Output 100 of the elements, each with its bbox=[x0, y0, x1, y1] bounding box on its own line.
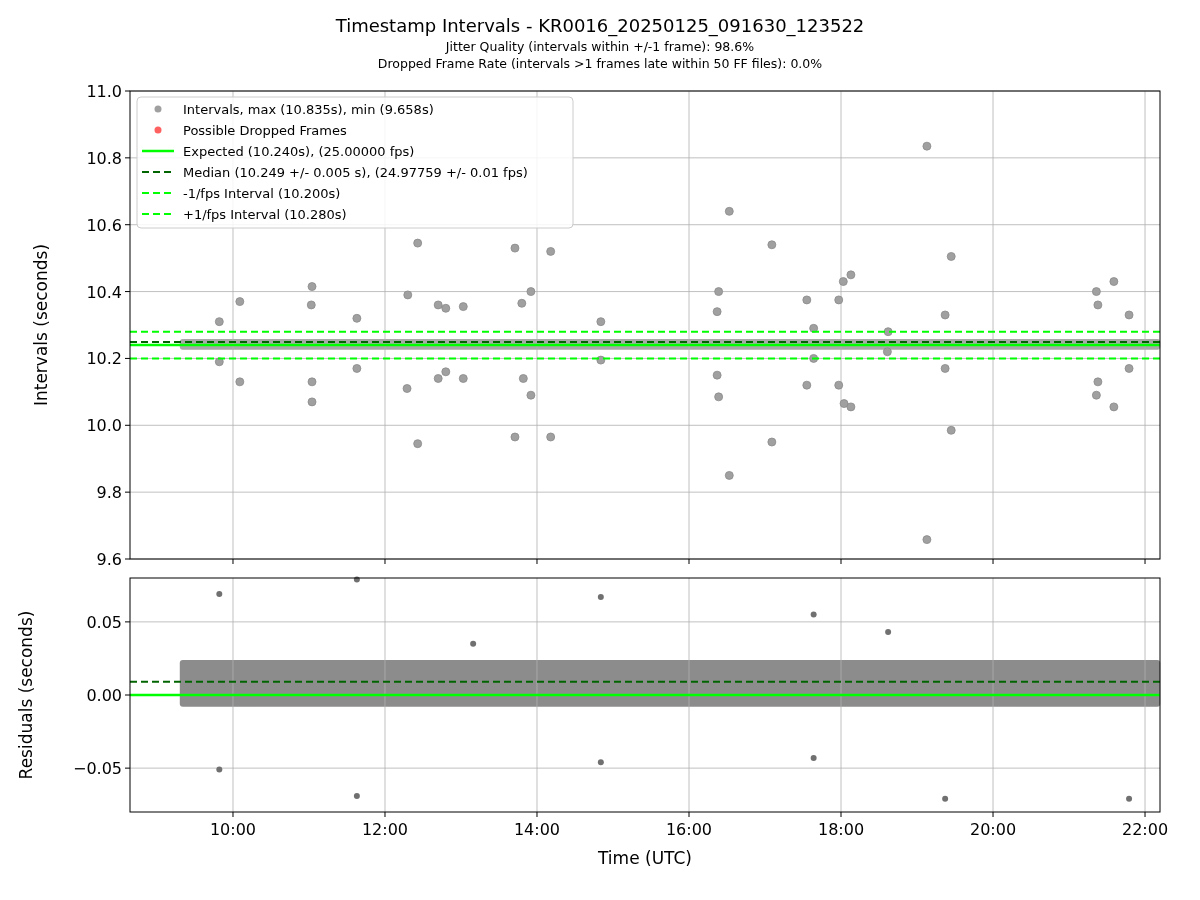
data-point bbox=[802, 380, 812, 390]
data-point bbox=[1109, 277, 1119, 286]
x-tick-label: 10:00 bbox=[209, 820, 257, 839]
data-point bbox=[596, 355, 606, 365]
data-point bbox=[809, 354, 819, 363]
data-point bbox=[353, 576, 360, 583]
data-point bbox=[306, 300, 316, 310]
data-point bbox=[433, 374, 443, 383]
y-tick-label: 10.8 bbox=[86, 148, 122, 168]
y-tick-label: 10.4 bbox=[86, 282, 122, 302]
data-point bbox=[922, 141, 932, 151]
data-point bbox=[883, 347, 892, 357]
x-tick-label: 14:00 bbox=[513, 820, 561, 839]
data-point bbox=[714, 287, 724, 296]
data-point bbox=[940, 310, 950, 320]
x-tick-label: 18:00 bbox=[817, 820, 865, 839]
legend-label: Intervals, max (10.835s), min (9.658s) bbox=[183, 101, 434, 117]
y-axis-label: Residuals (seconds) bbox=[16, 610, 36, 780]
data-point bbox=[810, 754, 817, 761]
y-axis-label: Intervals (seconds) bbox=[31, 243, 51, 407]
data-point bbox=[352, 313, 362, 323]
legend-swatch bbox=[142, 149, 174, 153]
data-point bbox=[1109, 402, 1119, 412]
data-point bbox=[846, 270, 856, 280]
data-point bbox=[885, 629, 892, 636]
data-point bbox=[940, 364, 950, 373]
chart-subtitle: Dropped Frame Rate (intervals >1 frames late within 50 FF files): 0.0% bbox=[377, 55, 823, 72]
data-point bbox=[526, 390, 536, 400]
data-point bbox=[403, 290, 413, 300]
x-tick-label: 12:00 bbox=[361, 820, 409, 839]
data-point bbox=[470, 640, 477, 647]
data-point bbox=[712, 370, 722, 380]
data-point bbox=[810, 611, 817, 618]
data-point bbox=[834, 295, 844, 305]
data-point bbox=[1124, 364, 1134, 373]
data-point bbox=[838, 277, 848, 286]
data-point bbox=[510, 432, 520, 442]
data-point bbox=[846, 402, 856, 412]
legend-label: Expected (10.240s), (25.00000 fps) bbox=[183, 143, 415, 159]
data-point bbox=[518, 374, 528, 383]
legend-label: Median (10.249 +/- 0.005 s), (24.97759 +/- 0.01 fps) bbox=[183, 164, 528, 180]
data-point bbox=[441, 367, 451, 377]
data-point bbox=[307, 282, 317, 291]
data-point bbox=[441, 303, 451, 313]
y-tick-label: 10.6 bbox=[86, 215, 122, 235]
data-point bbox=[235, 297, 245, 306]
data-point bbox=[767, 240, 777, 250]
data-point bbox=[802, 295, 812, 305]
y-tick-label: 0.05 bbox=[86, 612, 122, 632]
data-point bbox=[1092, 287, 1101, 296]
data-point bbox=[402, 384, 412, 393]
x-tick-label: 20:00 bbox=[969, 820, 1017, 839]
data-point bbox=[216, 766, 223, 773]
data-point bbox=[839, 399, 849, 408]
data-point bbox=[883, 327, 893, 337]
data-point bbox=[597, 759, 604, 766]
data-point bbox=[458, 302, 468, 311]
data-point bbox=[235, 377, 245, 387]
y-tick-label: 9.6 bbox=[96, 550, 122, 569]
data-point bbox=[1093, 377, 1103, 387]
x-tick-label: 22:00 bbox=[1121, 820, 1169, 839]
data-point bbox=[433, 300, 443, 310]
data-point bbox=[307, 397, 317, 407]
data-point bbox=[458, 374, 468, 383]
data-point bbox=[307, 377, 317, 387]
data-point bbox=[712, 307, 722, 317]
legend-swatch bbox=[154, 126, 162, 134]
data-point bbox=[946, 425, 956, 435]
legend-label: -1/fps Interval (10.200s) bbox=[183, 185, 341, 201]
data-point bbox=[214, 317, 224, 327]
data-point bbox=[1092, 390, 1101, 400]
data-point bbox=[724, 206, 734, 216]
data-point bbox=[767, 437, 777, 447]
data-point bbox=[1093, 300, 1103, 310]
data-point bbox=[413, 439, 423, 449]
data-point bbox=[216, 591, 223, 598]
data-point bbox=[1124, 310, 1134, 320]
data-point bbox=[597, 594, 604, 600]
y-tick-label: −0.05 bbox=[72, 759, 122, 779]
x-axis-label: Time (UTC) bbox=[598, 848, 692, 868]
data-point bbox=[413, 238, 423, 248]
data-point bbox=[546, 432, 556, 442]
data-point bbox=[942, 795, 949, 802]
data-point bbox=[809, 323, 819, 333]
data-point bbox=[1126, 795, 1133, 802]
y-tick-label: 0.00 bbox=[86, 686, 122, 705]
data-point bbox=[724, 471, 734, 480]
data-point bbox=[214, 357, 224, 367]
y-tick-label: 11.0 bbox=[86, 82, 122, 101]
y-tick-label: 10.2 bbox=[86, 349, 122, 369]
legend-label: Possible Dropped Frames bbox=[183, 122, 347, 138]
data-point bbox=[517, 298, 527, 308]
y-tick-label: 9.8 bbox=[96, 483, 122, 503]
chart-subtitle: Jitter Quality (intervals within +/-1 frame): 98.6% bbox=[445, 38, 755, 55]
data-point bbox=[834, 380, 844, 390]
data-point bbox=[596, 317, 606, 327]
data-point bbox=[546, 247, 556, 256]
chart-title: Timestamp Intervals - KR0016_20250125_091630_123522 bbox=[335, 14, 865, 38]
data-point bbox=[946, 252, 956, 261]
data-point bbox=[510, 243, 520, 253]
